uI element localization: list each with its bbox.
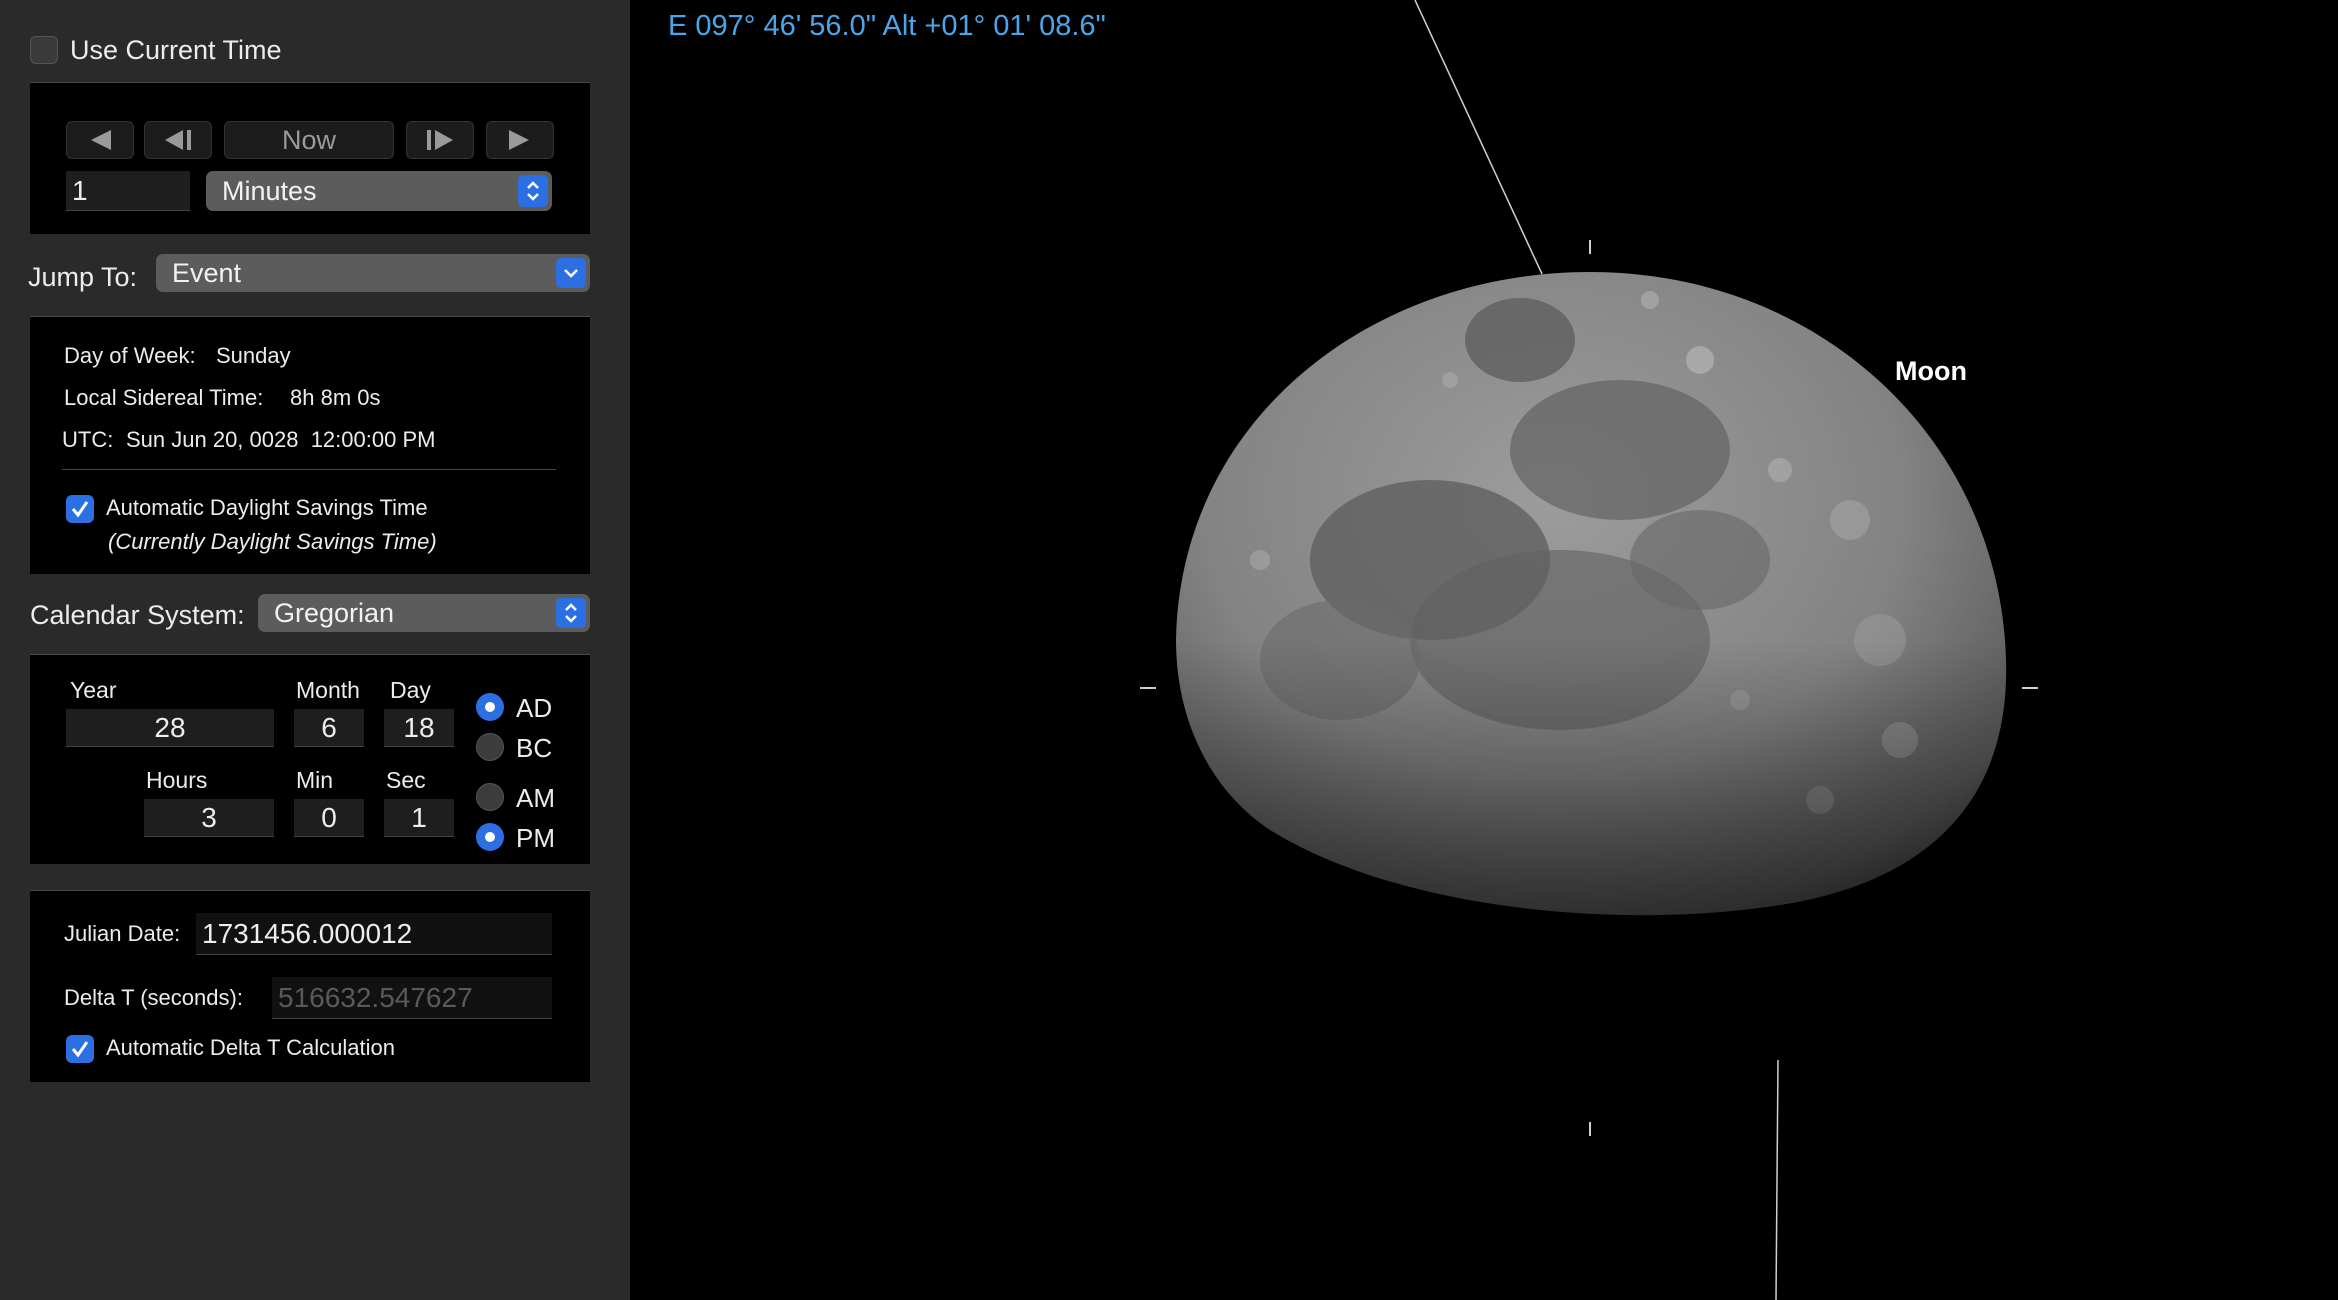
now-button-label: Now [281, 124, 336, 155]
updown-chevron-icon [556, 598, 586, 628]
divider [62, 469, 556, 470]
seconds-input[interactable]: 1 [384, 799, 454, 837]
jump-to-label: Jump To: [28, 262, 138, 292]
checkmark-icon [71, 501, 89, 518]
calendar-system-value: Gregorian [274, 597, 395, 628]
ad-label: AD [516, 693, 553, 723]
calendar-system-select[interactable]: Gregorian [258, 594, 590, 632]
step-unit-value: Minutes [222, 175, 317, 206]
hours-input[interactable]: 3 [144, 799, 274, 837]
play-forward-icon [509, 130, 529, 150]
step-back-icon [165, 130, 191, 150]
step-back-button[interactable] [144, 121, 212, 159]
date-info-box: Day of Week: Sunday Local Sidereal Time:… [30, 316, 590, 574]
pm-radio[interactable] [476, 823, 504, 851]
rewind-icon [91, 130, 111, 150]
jump-to-value: Event [172, 257, 242, 288]
chevron-down-icon [556, 258, 586, 288]
hours-label: Hours [146, 767, 208, 793]
cursor-coordinates: E 097° 46' 56.0" Alt +01° 01' 08.6" [668, 10, 1106, 42]
am-radio[interactable] [476, 783, 504, 811]
minutes-input[interactable]: 0 [294, 799, 364, 837]
day-of-week-value: Sunday [216, 343, 291, 368]
updown-chevron-icon [518, 175, 548, 207]
auto-delta-t-label: Automatic Delta T Calculation [106, 1035, 395, 1060]
step-controls-box: Now 1 Minutes [30, 82, 590, 234]
step-forward-fast-button[interactable] [486, 121, 554, 159]
step-amount-input[interactable]: 1 [66, 171, 190, 211]
julian-date-box: Julian Date: 1731456.000012 Delta T (sec… [30, 890, 590, 1082]
auto-delta-t-checkbox[interactable] [66, 1035, 94, 1063]
date-entry-box: Year Month Day 28 6 18 Hours Min Sec 3 0… [30, 654, 590, 864]
step-forward-button[interactable] [406, 121, 474, 159]
utc-value: Sun Jun 20, 0028 12:00:00 PM [126, 427, 436, 452]
min-label: Min [296, 767, 334, 793]
bc-radio[interactable] [476, 733, 504, 761]
sidereal-time-value: 8h 8m 0s [290, 385, 381, 410]
step-amount-value: 1 [72, 174, 88, 206]
use-current-time-checkbox[interactable] [30, 36, 58, 64]
hours-value: 3 [201, 801, 217, 833]
am-label: AM [516, 783, 555, 813]
step-forward-icon [427, 130, 453, 150]
jump-to-select[interactable]: Event [156, 254, 590, 292]
day-value: 18 [403, 711, 435, 743]
checkmark-icon [71, 1041, 89, 1058]
delta-t-input: 516632.547627 [272, 977, 552, 1019]
step-back-fast-button[interactable] [66, 121, 134, 159]
step-unit-select[interactable]: Minutes [206, 171, 552, 211]
day-of-week-label: Day of Week: [64, 343, 196, 368]
now-button[interactable]: Now [224, 121, 394, 159]
month-label: Month [296, 677, 360, 703]
day-input[interactable]: 18 [384, 709, 454, 747]
ad-radio[interactable] [476, 693, 504, 721]
year-input[interactable]: 28 [66, 709, 274, 747]
calendar-system-label: Calendar System: [30, 600, 245, 630]
minutes-value: 0 [321, 801, 337, 833]
year-label: Year [70, 677, 117, 703]
year-value: 28 [154, 711, 186, 743]
time-control-panel: Use Current Time Now 1 Minutes Jump To: [0, 0, 630, 1300]
sky-view[interactable] [630, 0, 2338, 1300]
moon-label: Moon [1895, 356, 1967, 386]
auto-dst-label: Automatic Daylight Savings Time [106, 495, 428, 520]
sec-label: Sec [386, 767, 426, 793]
dst-status-note: (Currently Daylight Savings Time) [108, 529, 437, 554]
month-value: 6 [321, 711, 337, 743]
seconds-value: 1 [411, 801, 427, 833]
delta-t-value: 516632.547627 [278, 981, 473, 1013]
julian-date-input[interactable]: 1731456.000012 [196, 913, 552, 955]
month-input[interactable]: 6 [294, 709, 364, 747]
pm-label: PM [516, 823, 555, 853]
sidereal-time-label: Local Sidereal Time: [64, 385, 264, 410]
day-label: Day [390, 677, 431, 703]
use-current-time-label: Use Current Time [70, 35, 282, 65]
delta-t-label: Delta T (seconds): [64, 985, 243, 1010]
julian-date-value: 1731456.000012 [202, 917, 413, 949]
auto-dst-checkbox[interactable] [66, 495, 94, 523]
julian-date-label: Julian Date: [64, 921, 181, 946]
utc-label: UTC: [62, 427, 114, 452]
bc-label: BC [516, 733, 553, 763]
